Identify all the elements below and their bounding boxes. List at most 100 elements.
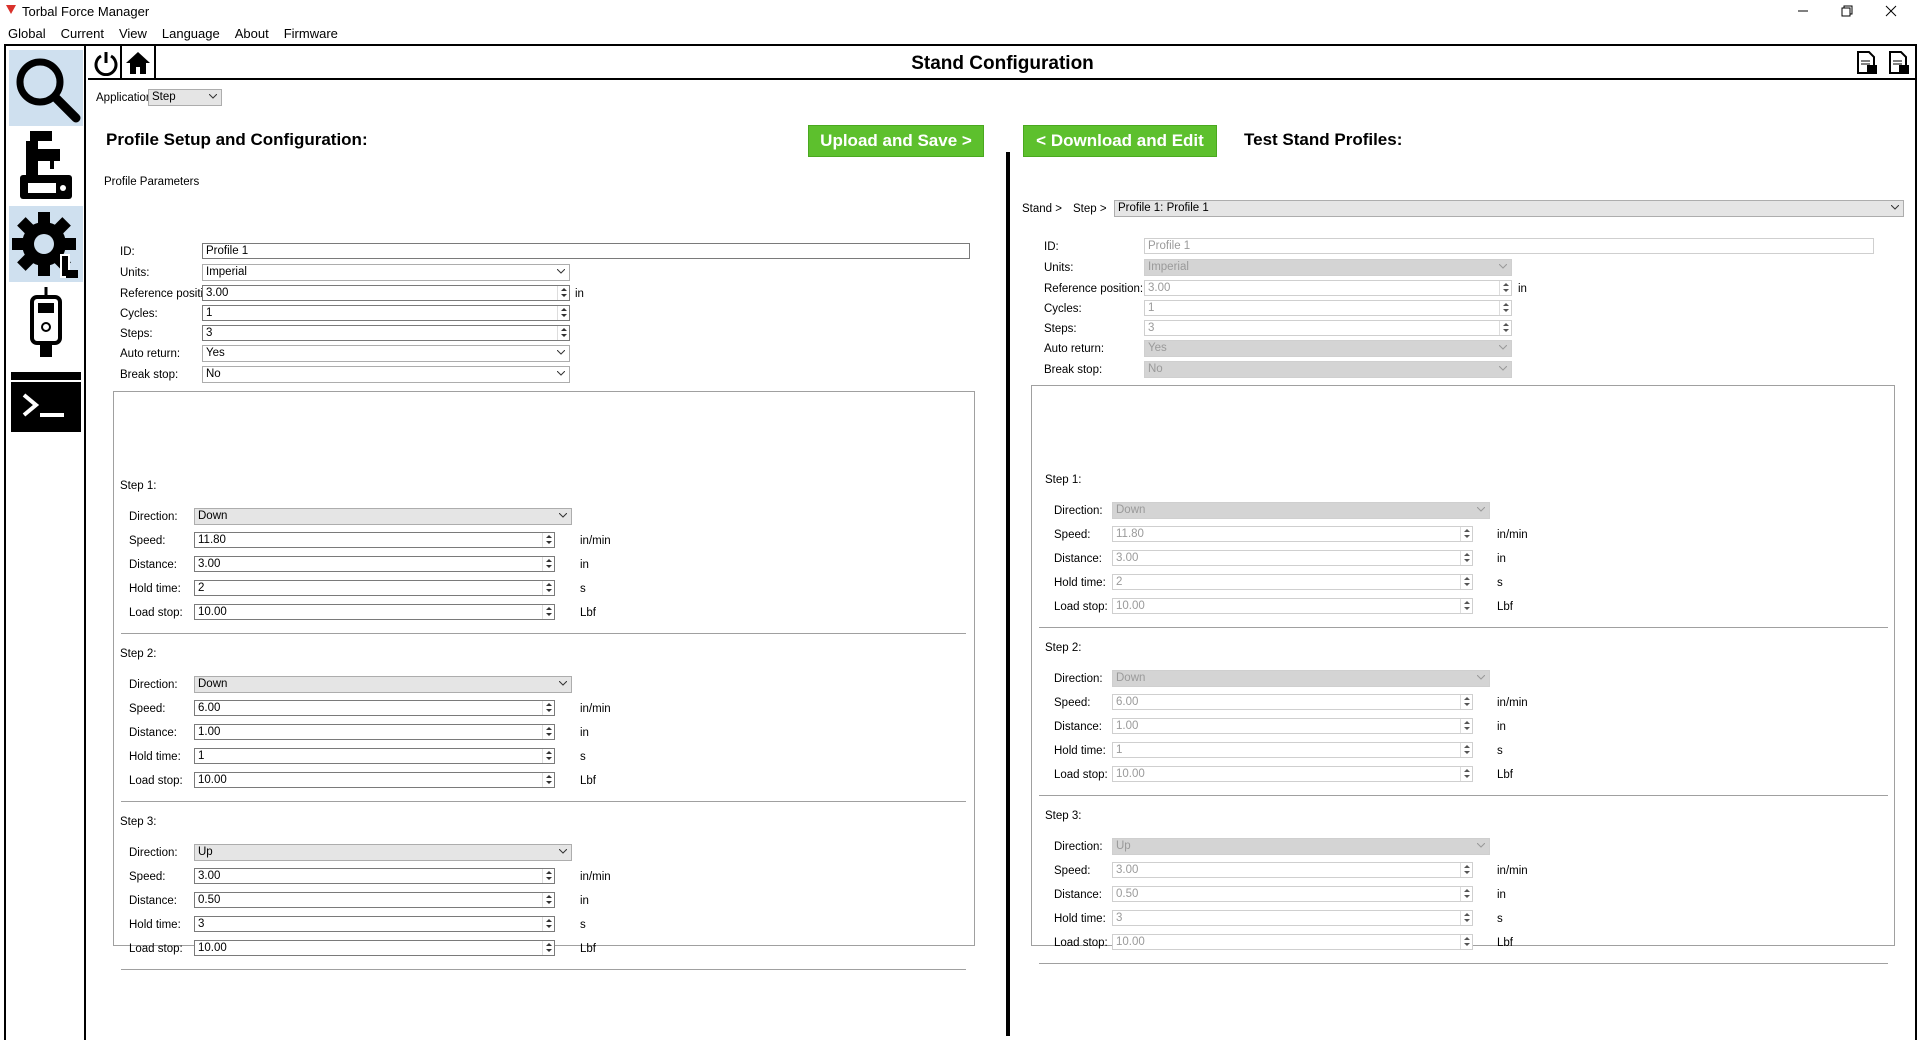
step-label-hold: Hold time: (129, 919, 181, 931)
cycles-spinbox[interactable]: 1 (202, 305, 570, 321)
application-value: Step (152, 91, 176, 103)
document-export-button[interactable] (1853, 49, 1881, 77)
gauge-icon (30, 287, 62, 357)
chevron-down-icon (1499, 366, 1507, 371)
step-direction-value: Up (1116, 840, 1131, 852)
unit-label: s (580, 583, 586, 595)
steps-group-box (113, 391, 975, 946)
step-direction-field[interactable]: Down (194, 508, 572, 525)
field-label-steps: Steps: (120, 328, 153, 340)
restore-button[interactable] (1825, 0, 1869, 22)
step-distance-value: 0.50 (1116, 888, 1139, 900)
spin-arrows-icon[interactable] (542, 917, 554, 931)
sidebar-settings-button[interactable] (9, 206, 83, 282)
upload-and-save-button[interactable]: Upload and Save > (808, 125, 984, 157)
break-stop-value: No (1148, 363, 1163, 375)
spin-arrows-icon[interactable] (542, 869, 554, 883)
steps-spinbox[interactable]: 3 (202, 325, 570, 341)
profile-parameters-title: Profile Parameters (104, 176, 200, 188)
step-label-speed: Speed: (129, 535, 166, 547)
reference-position-spinbox[interactable]: 3.00 (202, 285, 570, 301)
field-label-auto-return: Auto return: (1044, 343, 1105, 355)
units-select[interactable]: Imperial (202, 264, 570, 281)
sidebar-search-button[interactable] (9, 50, 83, 126)
menu-global[interactable]: Global (8, 24, 53, 44)
spin-arrows-icon[interactable] (542, 557, 554, 571)
step-distance-field[interactable]: 3.00 (194, 556, 555, 572)
step-hold-field[interactable]: 2 (194, 580, 555, 596)
spin-arrows-icon[interactable] (557, 326, 569, 340)
sidebar-terminal-button[interactable] (9, 364, 83, 440)
step-separator (1039, 795, 1888, 796)
step-label-direction: Direction: (1054, 673, 1103, 685)
unit-label: s (1497, 745, 1503, 757)
spin-arrows-icon[interactable] (557, 286, 569, 300)
step-separator (1039, 963, 1888, 964)
breadcrumb-step[interactable]: Step > (1073, 203, 1107, 215)
document-icon (1857, 51, 1877, 74)
field-label-reference-position: Reference position: (1044, 283, 1144, 295)
spin-arrows-icon[interactable] (542, 605, 554, 619)
step-label-load: Load stop: (129, 775, 183, 787)
step-hold-field[interactable]: 3 (194, 916, 555, 932)
step-label-load: Load stop: (1054, 769, 1108, 781)
document-import-button[interactable] (1885, 49, 1913, 77)
readonly-step-direction-field: Down (1112, 670, 1490, 687)
step-hold-value: 2 (1116, 576, 1123, 588)
spin-arrows-icon[interactable] (542, 581, 554, 595)
step-direction-field[interactable]: Down (194, 676, 572, 693)
download-and-edit-button[interactable]: < Download and Edit (1023, 125, 1217, 157)
step-speed-field[interactable]: 6.00 (194, 700, 555, 716)
spin-arrows-icon[interactable] (542, 701, 554, 715)
sidebar-gauge-button[interactable] (9, 284, 83, 360)
sidebar-stand-button[interactable] (9, 128, 83, 204)
spin-arrows-icon (1499, 281, 1511, 295)
readonly-step-distance-field: 1.00 (1112, 718, 1473, 734)
spin-arrows-icon (1499, 321, 1511, 335)
step-label-load: Load stop: (129, 607, 183, 619)
step-label-distance: Distance: (129, 559, 177, 571)
spin-arrows-icon[interactable] (542, 725, 554, 739)
spin-arrows-icon[interactable] (542, 533, 554, 547)
reference-position-readonly: 3.00 (1144, 280, 1512, 296)
spin-arrows-icon (1460, 719, 1472, 733)
step-hold-value: 3 (1116, 912, 1123, 924)
step-label-direction: Direction: (129, 679, 178, 691)
step-speed-field[interactable]: 11.80 (194, 532, 555, 548)
spin-arrows-icon[interactable] (542, 893, 554, 907)
auto-return-select[interactable]: Yes (202, 345, 570, 362)
spin-arrows-icon[interactable] (542, 749, 554, 763)
break-stop-select[interactable]: No (202, 366, 570, 383)
minimize-button[interactable] (1781, 0, 1825, 22)
step-speed-field[interactable]: 3.00 (194, 868, 555, 884)
breadcrumb-stand[interactable]: Stand > (1022, 203, 1062, 215)
menu-firmware[interactable]: Firmware (284, 24, 345, 44)
unit-label: Lbf (1497, 937, 1513, 949)
step-hold-field[interactable]: 1 (194, 748, 555, 764)
menu-view[interactable]: View (119, 24, 154, 44)
profile-select[interactable]: Profile 1: Profile 1 (1114, 200, 1904, 217)
spin-arrows-icon[interactable] (557, 306, 569, 320)
step-direction-field[interactable]: Up (194, 844, 572, 861)
menu-current[interactable]: Current (61, 24, 111, 44)
step-separator (121, 801, 966, 802)
spin-arrows-icon[interactable] (542, 773, 554, 787)
application-select[interactable]: Step (148, 89, 222, 106)
step-label-distance: Distance: (1054, 721, 1102, 733)
menu-about[interactable]: About (235, 24, 276, 44)
step-label-hold: Hold time: (129, 583, 181, 595)
step-load-field[interactable]: 10.00 (194, 604, 555, 620)
id-field[interactable]: Profile 1 (202, 243, 970, 259)
auto-return-readonly: Yes (1144, 340, 1512, 357)
menu-language[interactable]: Language (162, 24, 227, 44)
step-title: Step 2: (120, 648, 157, 660)
step-load-field[interactable]: 10.00 (194, 940, 555, 956)
spin-arrows-icon (1460, 863, 1472, 877)
step-load-field[interactable]: 10.00 (194, 772, 555, 788)
step-distance-field[interactable]: 0.50 (194, 892, 555, 908)
step-distance-field[interactable]: 1.00 (194, 724, 555, 740)
spin-arrows-icon[interactable] (542, 941, 554, 955)
steps-readonly: 3 (1144, 320, 1512, 336)
app-window: Torbal Force Manager Global Current View… (0, 0, 1919, 1041)
close-button[interactable] (1869, 0, 1913, 22)
